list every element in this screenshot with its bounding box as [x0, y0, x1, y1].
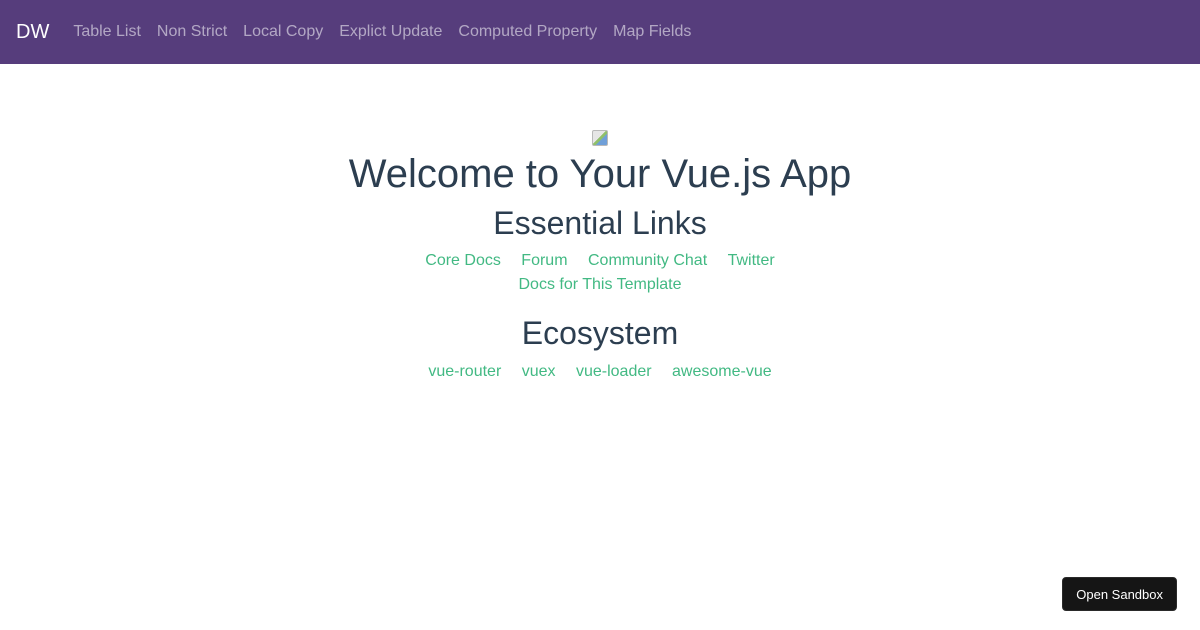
link-twitter[interactable]: Twitter: [728, 252, 775, 269]
nav-link-non-strict[interactable]: Non Strict: [149, 0, 235, 64]
nav-link-explict-update[interactable]: Explict Update: [331, 0, 450, 64]
nav-link-local-copy[interactable]: Local Copy: [235, 0, 331, 64]
logo-image: [592, 130, 608, 146]
open-sandbox-button[interactable]: Open Sandbox: [1062, 577, 1177, 611]
link-vuex[interactable]: vuex: [522, 363, 556, 380]
essential-links-list-row2: Docs for This Template: [0, 273, 1200, 297]
nav-link-computed-property[interactable]: Computed Property: [450, 0, 605, 64]
broken-image-icon: [592, 130, 608, 146]
essential-links-list: Core Docs Forum Community Chat Twitter: [0, 249, 1200, 273]
nav-link-table-list[interactable]: Table List: [73, 0, 149, 64]
page-title: Welcome to Your Vue.js App: [348, 152, 852, 196]
essential-links-heading: Essential Links: [493, 205, 707, 241]
link-docs-template[interactable]: Docs for This Template: [518, 276, 681, 293]
brand-link[interactable]: DW: [16, 0, 49, 64]
link-vue-router[interactable]: vue-router: [428, 363, 501, 380]
ecosystem-heading: Ecosystem: [521, 315, 679, 351]
link-core-docs[interactable]: Core Docs: [425, 252, 501, 269]
link-vue-loader[interactable]: vue-loader: [576, 363, 652, 380]
top-navbar: DW Table List Non Strict Local Copy Expl…: [0, 0, 1200, 64]
nav-links: Table List Non Strict Local Copy Explict…: [73, 0, 699, 64]
nav-link-map-fields[interactable]: Map Fields: [605, 0, 699, 64]
link-awesome-vue[interactable]: awesome-vue: [672, 363, 772, 380]
link-forum[interactable]: Forum: [521, 252, 567, 269]
link-community-chat[interactable]: Community Chat: [588, 252, 707, 269]
main-content: Welcome to Your Vue.js App Essential Lin…: [0, 64, 1200, 630]
ecosystem-links-list: vue-router vuex vue-loader awesome-vue: [0, 360, 1200, 384]
